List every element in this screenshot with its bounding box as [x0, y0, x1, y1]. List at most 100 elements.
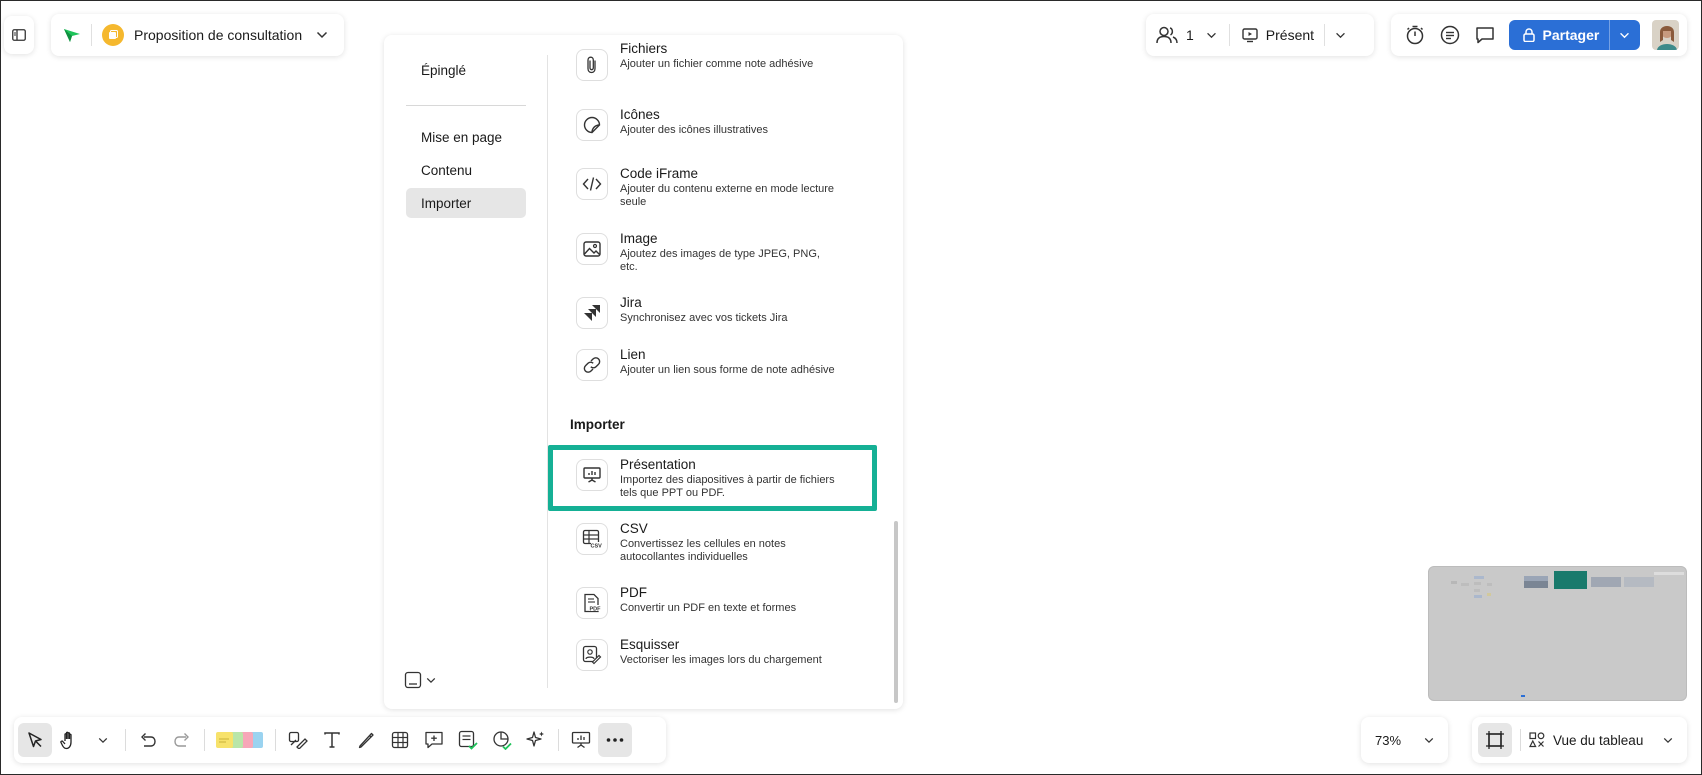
code-icon	[576, 168, 608, 200]
comments-button[interactable]	[1469, 18, 1500, 52]
app-logo-icon[interactable]	[63, 27, 81, 43]
users-icon[interactable]	[1156, 26, 1178, 44]
shapes-grid-icon	[1529, 732, 1545, 748]
undo-button[interactable]	[131, 723, 165, 757]
chevron-down-icon[interactable]	[1424, 737, 1434, 744]
redo-button[interactable]	[165, 723, 199, 757]
list-item-files[interactable]: Fichiers Ajouter un fichier comme note a…	[548, 41, 893, 81]
select-tool-button[interactable]	[18, 723, 52, 757]
board-title[interactable]: Proposition de consultation	[134, 27, 302, 43]
divider	[1520, 729, 1521, 751]
more-button[interactable]	[598, 723, 632, 757]
lock-icon	[1522, 28, 1535, 42]
sketch-icon	[576, 639, 608, 671]
board-icon	[102, 24, 124, 46]
board-header: Proposition de consultation	[51, 14, 344, 56]
share-label: Partager	[1542, 27, 1600, 43]
user-avatar[interactable]	[1651, 20, 1680, 50]
item-description: Convertissez les cellules en notes autoc…	[620, 538, 786, 563]
chevron-down-icon	[98, 737, 108, 744]
integrations-icon	[492, 730, 512, 750]
sticky-notes-button[interactable]	[210, 723, 270, 757]
form-tool-button[interactable]	[451, 723, 485, 757]
csv-icon: CSV	[576, 523, 608, 555]
text-tool-button[interactable]	[315, 723, 349, 757]
highlight-frame	[548, 445, 877, 511]
nav-item-import[interactable]: Importer	[406, 188, 526, 218]
chevron-down-icon[interactable]	[426, 677, 436, 684]
shapes-icon	[288, 731, 308, 749]
chevron-down-icon[interactable]	[1335, 32, 1346, 39]
section-title-import: Importer	[570, 417, 625, 432]
pdf-icon: PDF	[576, 587, 608, 619]
collaborators-count: 1	[1186, 27, 1194, 43]
list-item-image[interactable]: Image Ajoutez des images de type JPEG, P…	[548, 231, 893, 274]
bottom-toolbar	[14, 717, 666, 763]
present-icon[interactable]	[1242, 27, 1258, 43]
nav-item-layout[interactable]: Mise en page	[406, 122, 526, 152]
timer-button[interactable]	[1399, 18, 1430, 52]
list-item-icons[interactable]: Icônes Ajouter des icônes illustratives	[548, 107, 893, 141]
item-title: Esquisser	[620, 637, 680, 652]
chevron-down-icon	[1619, 32, 1630, 39]
form-check-icon	[458, 730, 478, 750]
divider	[91, 24, 92, 46]
comment-icon	[1475, 25, 1495, 45]
board-tools: Partager	[1391, 14, 1687, 56]
chevron-down-icon[interactable]	[316, 31, 328, 39]
item-description: Vectoriser les images lors du chargement	[620, 654, 822, 666]
item-description: Ajouter un lien sous forme de note adhés…	[620, 364, 835, 376]
minimap[interactable]	[1428, 566, 1687, 701]
share-options-button[interactable]	[1610, 32, 1639, 39]
link-icon	[576, 349, 608, 381]
nav-item-pinned[interactable]: Épinglé	[406, 55, 526, 85]
list-item-link[interactable]: Lien Ajouter un lien sous forme de note …	[548, 347, 893, 381]
item-description: Synchronisez avec vos tickets Jira	[620, 312, 788, 324]
sticker-icon	[576, 109, 608, 141]
share-button[interactable]: Partager	[1508, 20, 1640, 50]
chevron-down-icon[interactable]	[1663, 737, 1673, 744]
list-item-csv[interactable]: CSV CSV Convertissez les cellules en not…	[548, 521, 893, 564]
item-description: Convertir un PDF en texte et formes	[620, 602, 797, 614]
divider	[1324, 24, 1326, 46]
list-circle-icon	[1440, 25, 1460, 45]
panel-navigation: Épinglé Mise en page Contenu Importer	[406, 55, 526, 221]
more-tools-dropdown[interactable]	[86, 723, 120, 757]
list-item-code-iframe[interactable]: Code iFrame Ajouter du contenu externe e…	[548, 166, 893, 209]
sidebar-toggle-button[interactable]	[4, 16, 34, 54]
item-title: Icônes	[620, 107, 660, 122]
chevron-down-icon[interactable]	[1206, 32, 1217, 39]
table-icon	[391, 731, 409, 749]
board-view-button[interactable]: Vue du tableau	[1553, 733, 1643, 748]
presentation-icon	[571, 731, 591, 749]
notes-button[interactable]	[1434, 18, 1465, 52]
list-item-jira[interactable]: Jira Synchronisez avec vos tickets Jira	[548, 295, 893, 329]
sparkle-icon	[526, 730, 546, 750]
text-icon	[323, 731, 341, 749]
divider	[558, 729, 559, 751]
divider	[125, 729, 126, 751]
presentation-tool-button[interactable]	[564, 723, 598, 757]
frame-size-icon[interactable]	[404, 671, 422, 689]
item-description: Ajoutez des images de type JPEG, PNG, et…	[620, 248, 820, 273]
board-view-control: Vue du tableau	[1472, 717, 1687, 763]
ai-tool-button[interactable]	[519, 723, 553, 757]
cursor-icon	[26, 731, 44, 749]
more-dots-icon	[606, 738, 624, 742]
nav-item-content[interactable]: Contenu	[406, 155, 526, 185]
shapes-tool-button[interactable]	[281, 723, 315, 757]
pen-tool-button[interactable]	[349, 723, 383, 757]
zoom-level: 73%	[1375, 732, 1402, 748]
zoom-control[interactable]: 73%	[1361, 717, 1448, 763]
table-tool-button[interactable]	[383, 723, 417, 757]
list-item-sketch[interactable]: Esquisser Vectoriser les images lors du …	[548, 637, 893, 671]
hand-tool-button[interactable]	[52, 723, 86, 757]
panel-footer	[404, 671, 436, 689]
present-button[interactable]: Présent	[1266, 27, 1314, 43]
item-title: CSV	[620, 521, 648, 536]
panel-scrollbar[interactable]	[894, 521, 898, 703]
comment-tool-button[interactable]	[417, 723, 451, 757]
integrations-tool-button[interactable]	[485, 723, 519, 757]
list-item-pdf[interactable]: PDF PDF Convertir un PDF en texte et for…	[548, 585, 893, 619]
fit-frame-button[interactable]	[1478, 723, 1512, 757]
